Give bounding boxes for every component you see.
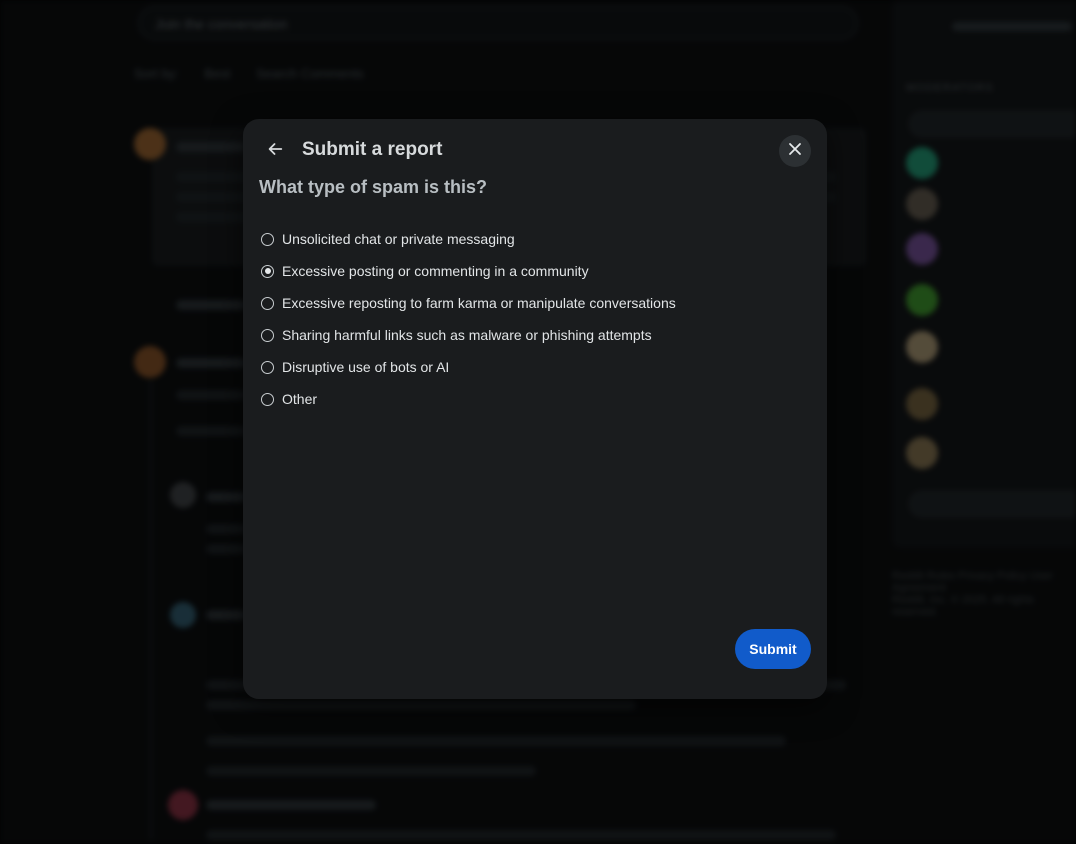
- radio-unselected-icon[interactable]: [261, 328, 274, 342]
- report-dialog: Submit a report What type of spam is thi…: [243, 119, 827, 699]
- spam-option-label: Disruptive use of bots or AI: [282, 359, 450, 375]
- spam-option[interactable]: Other: [261, 383, 801, 415]
- radio-selected-icon[interactable]: [261, 264, 274, 278]
- submit-button[interactable]: Submit: [735, 629, 811, 669]
- radio-unselected-icon[interactable]: [261, 392, 274, 406]
- dialog-header: Submit a report: [243, 119, 827, 183]
- spam-option-label: Sharing harmful links such as malware or…: [282, 327, 652, 343]
- radio-unselected-icon[interactable]: [261, 232, 274, 246]
- spam-option-label: Other: [282, 391, 318, 407]
- spam-option[interactable]: Unsolicited chat or private messaging: [261, 223, 801, 255]
- spam-option[interactable]: Sharing harmful links such as malware or…: [261, 319, 801, 351]
- spam-option[interactable]: Disruptive use of bots or AI: [261, 351, 801, 383]
- radio-unselected-icon[interactable]: [261, 296, 274, 310]
- spam-option-label: Excessive posting or commenting in a com…: [282, 263, 589, 279]
- spam-type-question: What type of spam is this?: [259, 177, 488, 197]
- spam-option-label: Unsolicited chat or private messaging: [282, 231, 515, 247]
- arrow-left-icon: [266, 140, 284, 163]
- close-icon: [788, 142, 802, 161]
- close-button[interactable]: [779, 135, 811, 167]
- back-button[interactable]: [259, 135, 291, 167]
- spam-type-options: Unsolicited chat or private messaging Exc…: [261, 223, 801, 415]
- spam-option-label: Excessive reposting to farm karma or man…: [282, 295, 676, 311]
- radio-dot: [264, 268, 271, 274]
- spam-option[interactable]: Excessive posting or commenting in a com…: [261, 255, 801, 287]
- dialog-title: Submit a report: [302, 139, 443, 160]
- radio-unselected-icon[interactable]: [261, 360, 274, 374]
- spam-option[interactable]: Excessive reposting to farm karma or man…: [261, 287, 801, 319]
